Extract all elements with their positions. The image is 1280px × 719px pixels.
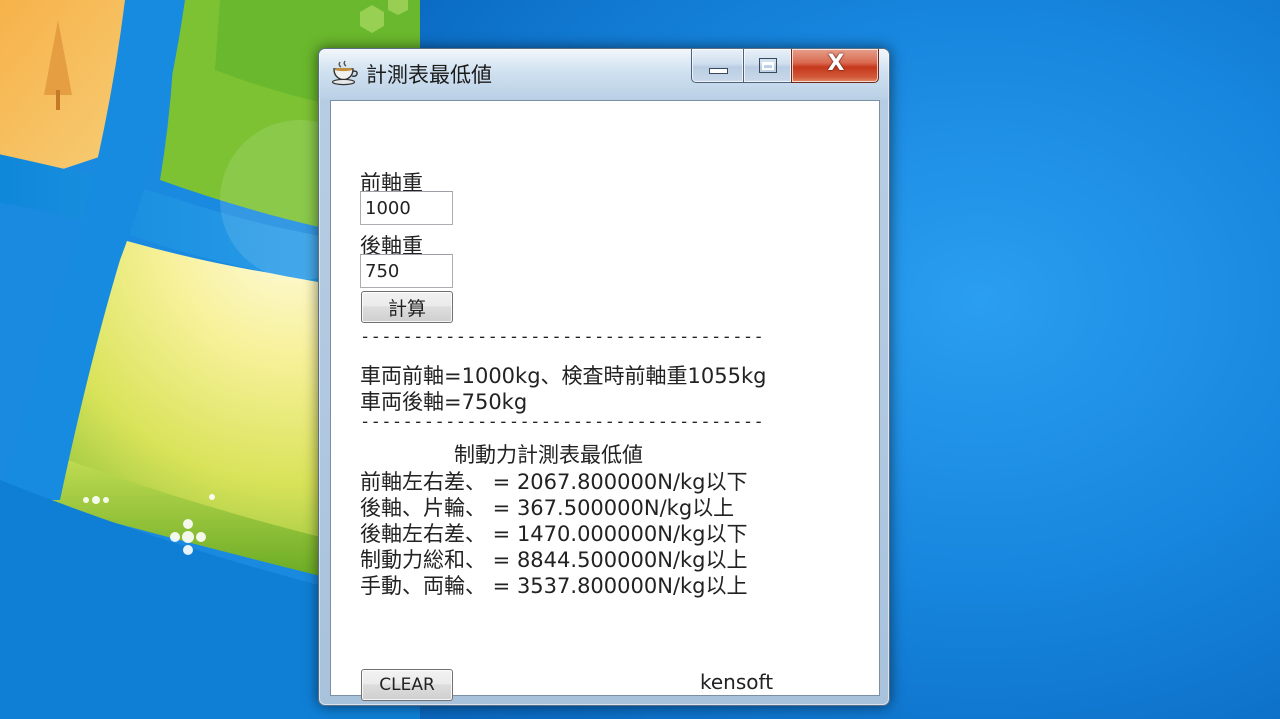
close-icon: X <box>827 51 845 76</box>
app-window: 計測表最低値 X 前軸重 後軸重 計算 --------------------… <box>318 48 890 706</box>
minimize-button[interactable] <box>691 49 743 83</box>
author-label: kensoft <box>700 670 774 694</box>
teacup-icon <box>331 60 359 86</box>
front-axle-input[interactable] <box>360 191 453 225</box>
maximize-icon <box>759 58 777 73</box>
title-bar[interactable]: 計測表最低値 X <box>319 49 889 99</box>
window-title: 計測表最低値 <box>366 63 492 87</box>
table-title: 制動力計測表最低値 <box>454 443 643 467</box>
separator-top: -------------------------------------- <box>360 327 765 347</box>
result-line: 手動、両輪、 = 3537.800000N/kg以上 <box>360 574 748 598</box>
rear-axle-input[interactable] <box>360 254 453 288</box>
separator-bottom: -------------------------------------- <box>360 412 765 432</box>
maximize-button[interactable] <box>743 49 791 83</box>
client-area: 前軸重 後軸重 計算 -----------------------------… <box>330 100 880 701</box>
close-button[interactable]: X <box>791 49 879 83</box>
caption-buttons: X <box>691 49 879 84</box>
clear-button[interactable]: CLEAR <box>361 669 453 701</box>
calculate-button[interactable]: 計算 <box>361 291 453 323</box>
minimize-icon <box>709 68 728 74</box>
